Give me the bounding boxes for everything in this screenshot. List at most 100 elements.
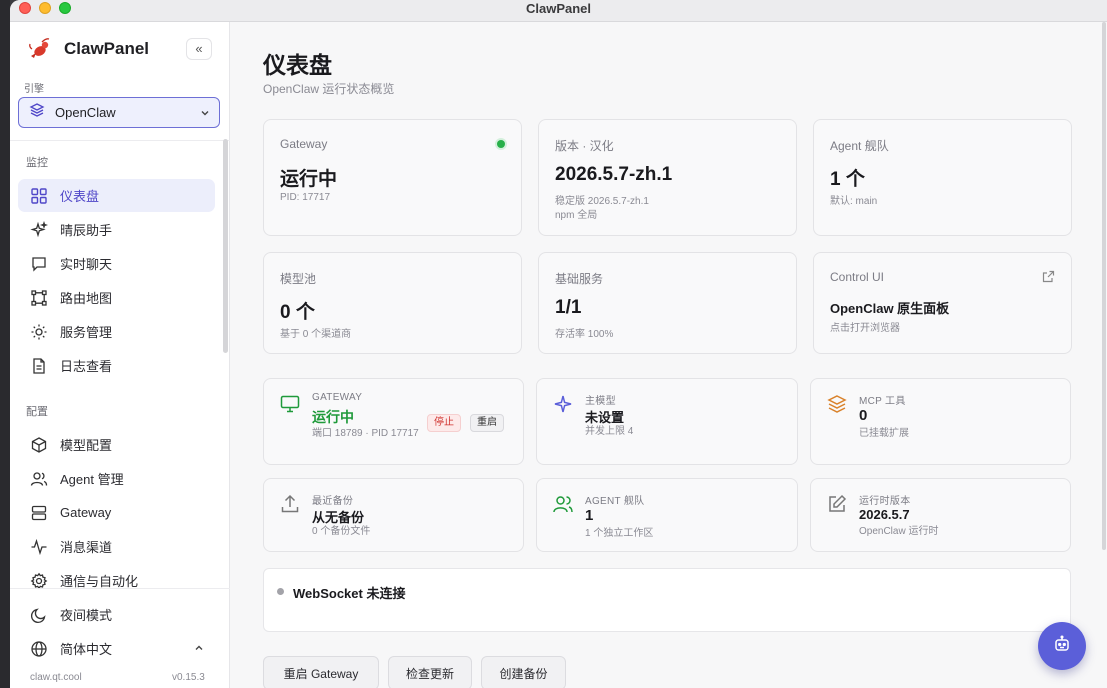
- sidebar-item-label: 服务管理: [60, 325, 113, 340]
- sidebar-item-route-map[interactable]: 路由地图: [18, 281, 215, 314]
- status-card-sub: 0 个备份文件: [312, 526, 371, 537]
- stop-gateway-button[interactable]: 停止: [427, 414, 461, 432]
- card-value: OpenClaw 原生面板: [830, 301, 950, 316]
- sidebar-item-label: Agent 管理: [60, 472, 124, 487]
- status-card-sub: 已挂载扩展: [859, 428, 909, 439]
- status-card-value: 未设置: [585, 410, 625, 425]
- brand: ClawPanel: [26, 36, 149, 62]
- websocket-status: WebSocket 未连接: [293, 586, 406, 601]
- section-monitor: 监控: [26, 157, 48, 169]
- status-card-value: 2026.5.7: [859, 507, 910, 522]
- desktop-background: [0, 0, 10, 688]
- card-label: Agent 舰队: [830, 139, 889, 153]
- status-card-value: 运行中: [312, 409, 354, 425]
- card-value: 2026.5.7-zh.1: [555, 164, 673, 185]
- activity-icon: [30, 538, 48, 556]
- collapse-sidebar-button[interactable]: «: [186, 38, 212, 60]
- page-subtitle: OpenClaw 运行状态概览: [263, 82, 395, 96]
- sidebar-item-assistant[interactable]: 晴辰助手: [18, 213, 215, 246]
- sidebar-item-label: 日志查看: [60, 359, 113, 374]
- card-sub: 默认: main: [830, 196, 878, 207]
- sidebar-item-label: Gateway: [60, 505, 112, 520]
- brand-name: ClawPanel: [64, 39, 150, 58]
- engine-select-value: OpenClaw: [55, 105, 116, 120]
- sidebar-item-label: 模型配置: [60, 438, 113, 453]
- sidebar-item-gateway[interactable]: Gateway: [18, 496, 215, 529]
- status-card-label: 最近备份: [312, 496, 354, 507]
- sidebar-item-dashboard[interactable]: 仪表盘: [18, 179, 215, 212]
- sidebar-scrollbar[interactable]: [223, 139, 228, 353]
- mcp-tools-card[interactable]: MCP 工具 0 已挂载扩展: [810, 378, 1071, 465]
- gear-icon: [30, 572, 48, 590]
- connection-status-dot: [277, 588, 284, 595]
- restart-gateway-action-button[interactable]: 重启 Gateway: [263, 656, 379, 688]
- status-card-sub: 并发上限 4: [585, 426, 634, 437]
- layers-icon: [29, 102, 45, 123]
- card-sub: 点击打开浏览器: [830, 323, 900, 334]
- card-value: 1 个: [830, 169, 865, 190]
- create-backup-button[interactable]: 创建备份: [481, 656, 566, 688]
- status-card-label: GATEWAY: [312, 392, 363, 403]
- main-scrollbar[interactable]: [1102, 22, 1106, 550]
- card-label: 版本 · 汉化: [555, 139, 614, 153]
- site-link[interactable]: claw.qt.cool: [30, 672, 82, 683]
- gateway-card[interactable]: Gateway 运行中 PID: 17717: [263, 119, 522, 236]
- gateway-status-card[interactable]: GATEWAY 运行中 端口 18789 · PID 17717 停止 重启: [263, 378, 524, 465]
- sidebar: ClawPanel « 引擎 OpenClaw 监控 仪表盘 晴辰助手 实时聊天…: [10, 22, 230, 688]
- section-config: 配置: [26, 406, 48, 418]
- status-card-value: 1: [585, 507, 594, 524]
- card-sub: 基于 0 个渠道商: [280, 329, 352, 340]
- runtime-version-card[interactable]: 运行时版本 2026.5.7 OpenClaw 运行时: [810, 478, 1071, 552]
- cube-icon: [30, 436, 48, 454]
- sidebar-item-channels[interactable]: 消息渠道: [18, 530, 215, 563]
- model-pool-card[interactable]: 模型池 0 个 基于 0 个渠道商: [263, 252, 522, 354]
- check-update-button[interactable]: 检查更新: [388, 656, 472, 688]
- assistant-fab-button[interactable]: [1038, 622, 1086, 670]
- main-model-card[interactable]: 主模型 未设置 并发上限 4: [536, 378, 798, 465]
- layers-icon: [826, 393, 848, 415]
- sidebar-item-logs[interactable]: 日志查看: [18, 349, 215, 382]
- restart-gateway-button[interactable]: 重启: [470, 414, 504, 432]
- sidebar-item-agent-management[interactable]: Agent 管理: [18, 462, 215, 495]
- language-select[interactable]: 简体中文: [18, 632, 215, 665]
- base-services-card[interactable]: 基础服务 1/1 存活率 100%: [538, 252, 797, 354]
- title-bar: ClawPanel: [10, 0, 1107, 22]
- sidebar-item-services[interactable]: 服务管理: [18, 315, 215, 348]
- card-sub: 存活率 100%: [555, 329, 614, 340]
- version-card[interactable]: 版本 · 汉化 2026.5.7-zh.1 稳定版 2026.5.7-zh.1 …: [538, 119, 797, 236]
- language-label: 简体中文: [60, 642, 113, 657]
- status-dot: [497, 140, 505, 148]
- sidebar-item-label: 晴辰助手: [60, 223, 113, 238]
- sidebar-item-chat[interactable]: 实时聊天: [18, 247, 215, 280]
- external-link-icon[interactable]: [1042, 270, 1055, 288]
- status-card-value: 从无备份: [312, 510, 365, 525]
- window-title: ClawPanel: [525, 1, 592, 16]
- agent-fleet-card[interactable]: Agent 舰队 1 个 默认: main: [813, 119, 1072, 236]
- engine-select[interactable]: OpenClaw: [18, 97, 220, 128]
- backup-card[interactable]: 最近备份 从无备份 0 个备份文件: [263, 478, 524, 552]
- chevron-down-icon: [199, 106, 211, 124]
- users-icon: [552, 493, 574, 515]
- sidebar-item-label: 实时聊天: [60, 257, 113, 272]
- card-label: Gateway: [280, 137, 328, 151]
- card-label: 基础服务: [555, 272, 604, 286]
- chat-icon: [30, 255, 48, 273]
- agent-fleet-status-card[interactable]: AGENT 舰队 1 1 个独立工作区: [536, 478, 798, 552]
- globe-icon: [30, 640, 48, 658]
- card-value: 1/1: [555, 297, 582, 318]
- grid-icon: [30, 187, 48, 205]
- sidebar-item-model-config[interactable]: 模型配置: [18, 428, 215, 461]
- card-sub: 稳定版 2026.5.7-zh.1: [555, 196, 649, 207]
- status-card-label: 主模型: [585, 396, 616, 407]
- websocket-panel: WebSocket 未连接: [263, 568, 1071, 632]
- night-mode-toggle[interactable]: 夜间模式: [18, 598, 215, 631]
- status-card-label: AGENT 舰队: [585, 496, 645, 507]
- status-card-value: 0: [859, 407, 868, 424]
- page-title: 仪表盘: [263, 52, 332, 78]
- chevron-up-icon: [193, 642, 205, 657]
- status-card-sub: 端口 18789 · PID 17717: [312, 428, 419, 439]
- users-icon: [30, 470, 48, 488]
- night-mode-label: 夜间模式: [60, 608, 113, 623]
- control-ui-card[interactable]: Control UI OpenClaw 原生面板 点击打开浏览器: [813, 252, 1072, 354]
- sparkle-icon: [552, 393, 574, 415]
